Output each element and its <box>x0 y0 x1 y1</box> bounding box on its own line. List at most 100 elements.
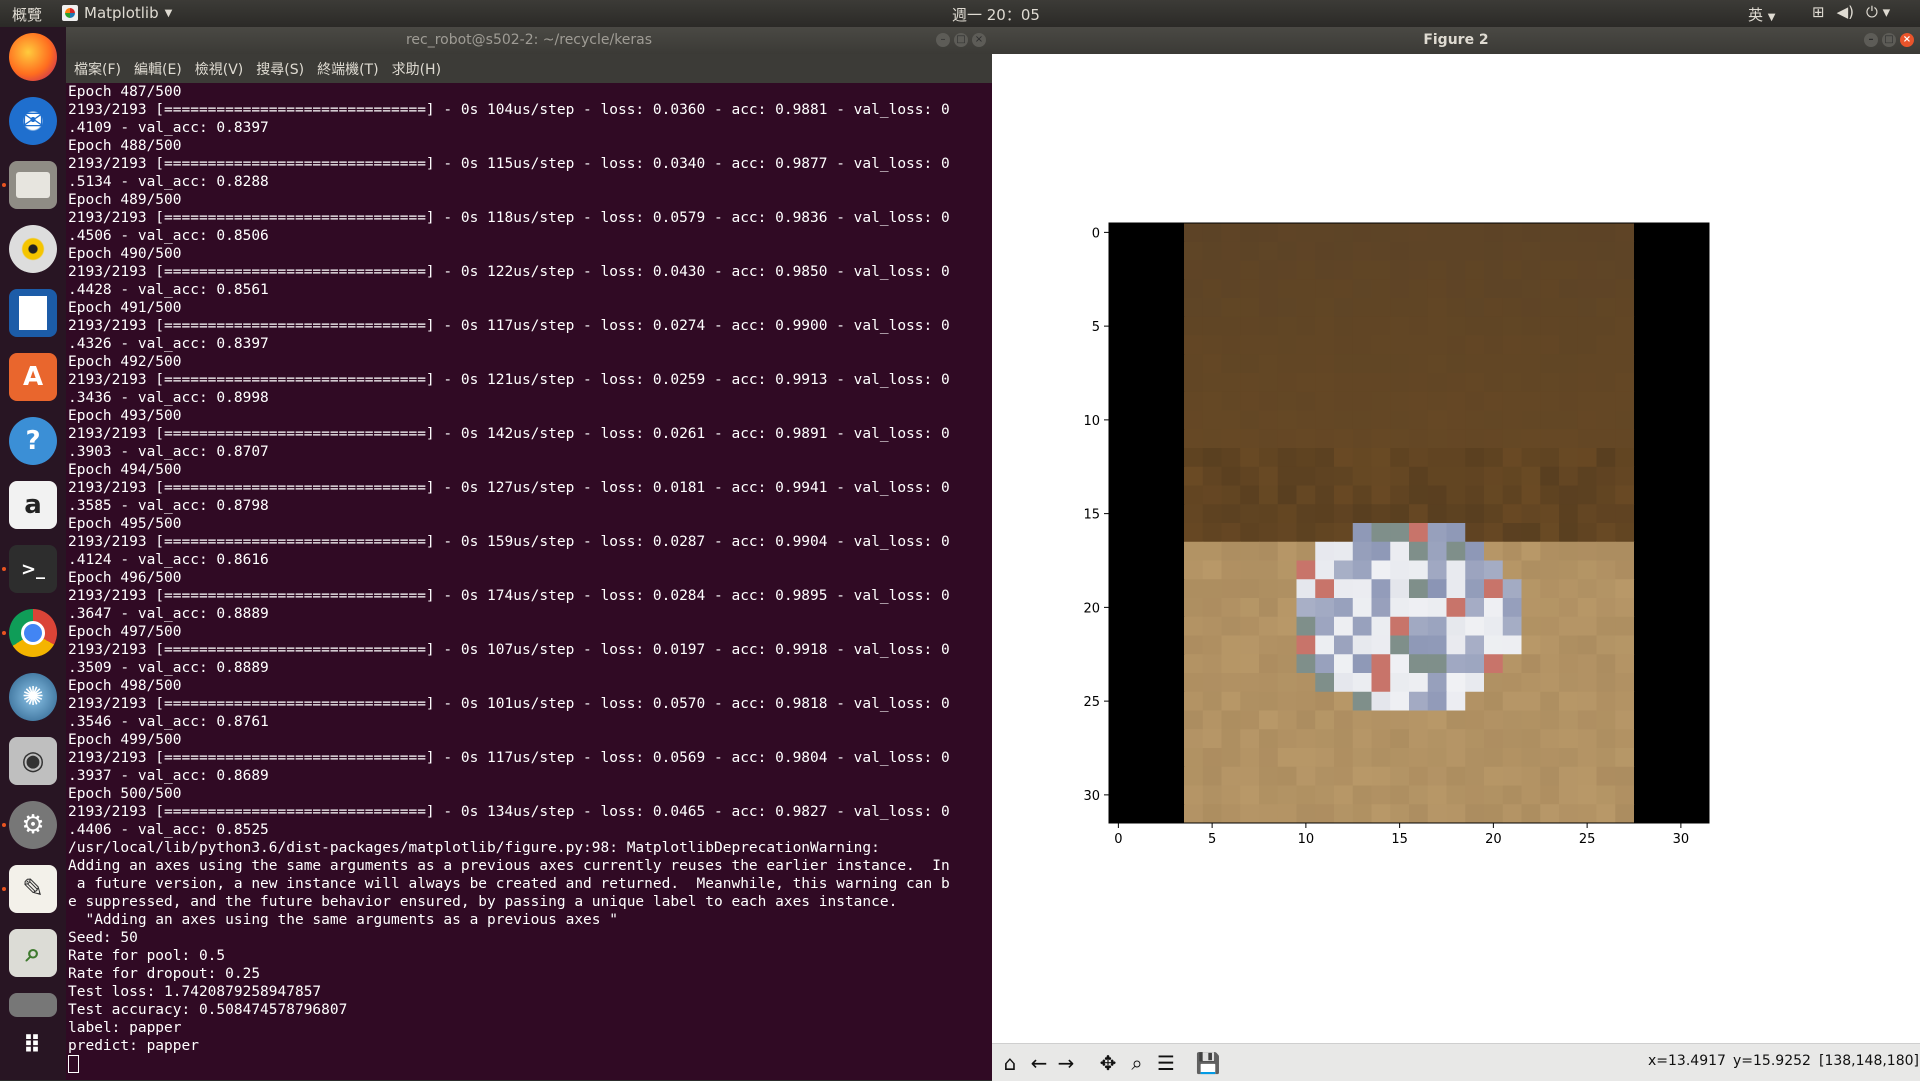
image-pixel <box>1352 691 1372 711</box>
menu-terminal[interactable]: 終端機(T) <box>317 59 378 79</box>
image-pixel <box>1352 429 1372 449</box>
image-pixel <box>1352 560 1372 580</box>
image-pixel <box>1221 260 1241 280</box>
menu-file[interactable]: 檔案(F) <box>74 59 121 79</box>
image-pixel <box>1315 560 1335 580</box>
figure-titlebar[interactable]: Figure 2 – □ × <box>992 27 1920 54</box>
image-pixel <box>1502 691 1522 711</box>
menu-search[interactable]: 搜尋(S) <box>256 59 304 79</box>
image-pixel <box>1240 429 1260 449</box>
image-pixel <box>1577 560 1597 580</box>
settings-icon[interactable]: ⚙ <box>9 801 57 849</box>
terminal-icon[interactable]: >_ <box>9 545 57 593</box>
image-pixel <box>1296 316 1316 336</box>
image-pixel <box>1390 766 1410 786</box>
image-pixel <box>1577 673 1597 693</box>
image-pixel <box>1259 560 1279 580</box>
terminal-window[interactable]: rec_robot@s502-2: ~/recycle/keras – □ × … <box>66 27 992 1080</box>
close-button[interactable]: × <box>1900 33 1914 47</box>
rhythmbox-icon[interactable] <box>9 225 57 273</box>
firefox-icon[interactable] <box>9 33 57 81</box>
help-icon[interactable]: ? <box>9 417 57 465</box>
forward-arrow-icon[interactable]: → <box>1053 1050 1079 1076</box>
app-menu[interactable]: Matplotlib ▼ <box>62 4 172 22</box>
save-icon[interactable]: 💾 <box>1195 1050 1221 1076</box>
thunderbird-icon[interactable]: ✉ <box>9 97 57 145</box>
disk-icon[interactable] <box>9 993 57 1017</box>
spyder-icon[interactable]: ✺ <box>9 673 57 721</box>
figure-window[interactable]: Figure 2 – □ × 0 5 10 15 20 25 30 0 5 10 15 20 25 30 … <box>992 27 1920 1081</box>
menu-help[interactable]: 求助(H) <box>392 59 441 79</box>
files-icon[interactable] <box>9 161 57 209</box>
writer-icon[interactable] <box>9 289 57 337</box>
text-editor-icon[interactable]: ✎ <box>9 865 57 913</box>
screenshot-icon[interactable]: ◉ <box>9 737 57 785</box>
image-pixel <box>1559 373 1579 393</box>
maximize-button[interactable]: □ <box>1882 33 1896 47</box>
menu-edit[interactable]: 編輯(E) <box>134 59 182 79</box>
image-pixel <box>1634 729 1654 749</box>
back-arrow-icon[interactable]: ← <box>1026 1050 1052 1076</box>
image-pixel <box>1427 598 1447 618</box>
power-icon[interactable]: ⏻ ▾ <box>1866 3 1890 21</box>
network-icon[interactable]: ⊞ <box>1812 3 1825 21</box>
text-cursor <box>68 1055 79 1073</box>
terminal-output[interactable]: Epoch 487/500 2193/2193 [================… <box>68 83 990 1078</box>
input-method-menu[interactable]: 英 ▼ <box>1748 4 1776 25</box>
image-pixel <box>1409 223 1429 243</box>
image-pixel <box>1109 654 1129 674</box>
image-pixel <box>1577 485 1597 505</box>
volume-icon[interactable]: ◀) <box>1837 3 1854 21</box>
x-tick-label: 25 <box>1579 832 1596 847</box>
image-pixel <box>1127 616 1147 636</box>
image-pixel <box>1371 429 1391 449</box>
amazon-icon[interactable]: a <box>9 481 57 529</box>
image-viewer-icon[interactable]: ⌕ <box>9 929 57 977</box>
clock[interactable]: 週一 20：05 <box>952 4 1040 25</box>
minimize-button[interactable]: – <box>1864 33 1878 47</box>
image-plot[interactable]: 0 5 10 15 20 25 30 0 5 10 15 20 25 30 <box>992 54 1920 1043</box>
image-pixel <box>1390 448 1410 468</box>
software-center-icon[interactable]: A <box>9 353 57 401</box>
image-pixel <box>1671 710 1691 730</box>
image-pixel <box>1465 279 1485 299</box>
terminal-line: Rate for dropout: 0.25 <box>68 966 261 982</box>
image-pixel <box>1540 523 1560 543</box>
image-pixel <box>1184 466 1204 486</box>
terminal-line: .4506 - val_acc: 0.8506 <box>68 228 269 244</box>
menu-view[interactable]: 檢視(V) <box>195 59 244 79</box>
pan-icon[interactable]: ✥ <box>1095 1050 1121 1076</box>
image-pixel <box>1334 279 1354 299</box>
terminal-titlebar[interactable]: rec_robot@s502-2: ~/recycle/keras – □ × <box>66 27 992 54</box>
image-pixel <box>1202 748 1222 768</box>
image-pixel <box>1352 223 1372 243</box>
image-pixel <box>1671 504 1691 524</box>
system-tray[interactable]: ⊞ ◀) ⏻ ▾ <box>1812 3 1890 21</box>
maximize-button[interactable]: □ <box>954 33 968 47</box>
image-pixel <box>1446 373 1466 393</box>
image-pixel <box>1615 448 1635 468</box>
image-pixel <box>1446 279 1466 299</box>
minimize-button[interactable]: – <box>936 33 950 47</box>
subplots-config-icon[interactable]: ☰ <box>1153 1050 1179 1076</box>
app-grid-icon[interactable]: ⠿ <box>9 1021 57 1069</box>
close-button[interactable]: × <box>972 33 986 47</box>
home-icon[interactable]: ⌂ <box>997 1050 1023 1076</box>
image-pixel <box>1634 616 1654 636</box>
image-pixel <box>1352 804 1372 824</box>
zoom-icon[interactable]: ⌕ <box>1124 1050 1150 1076</box>
image-pixel <box>1146 579 1166 599</box>
activities-button[interactable]: 概覽 <box>12 4 42 25</box>
terminal-prompt[interactable] <box>68 1055 990 1073</box>
image-pixel <box>1259 504 1279 524</box>
image-pixel <box>1521 466 1541 486</box>
image-pixel <box>1502 560 1522 580</box>
terminal-line: /usr/local/lib/python3.6/dist-packages/m… <box>68 840 880 856</box>
figure-canvas[interactable]: 0 5 10 15 20 25 30 0 5 10 15 20 25 30 <box>992 54 1920 1043</box>
image-pixel <box>1240 785 1260 805</box>
image-pixel <box>1521 448 1541 468</box>
image-pixel <box>1596 260 1616 280</box>
chrome-icon[interactable] <box>9 609 57 657</box>
image-pixel <box>1427 373 1447 393</box>
image-pixel <box>1521 298 1541 318</box>
